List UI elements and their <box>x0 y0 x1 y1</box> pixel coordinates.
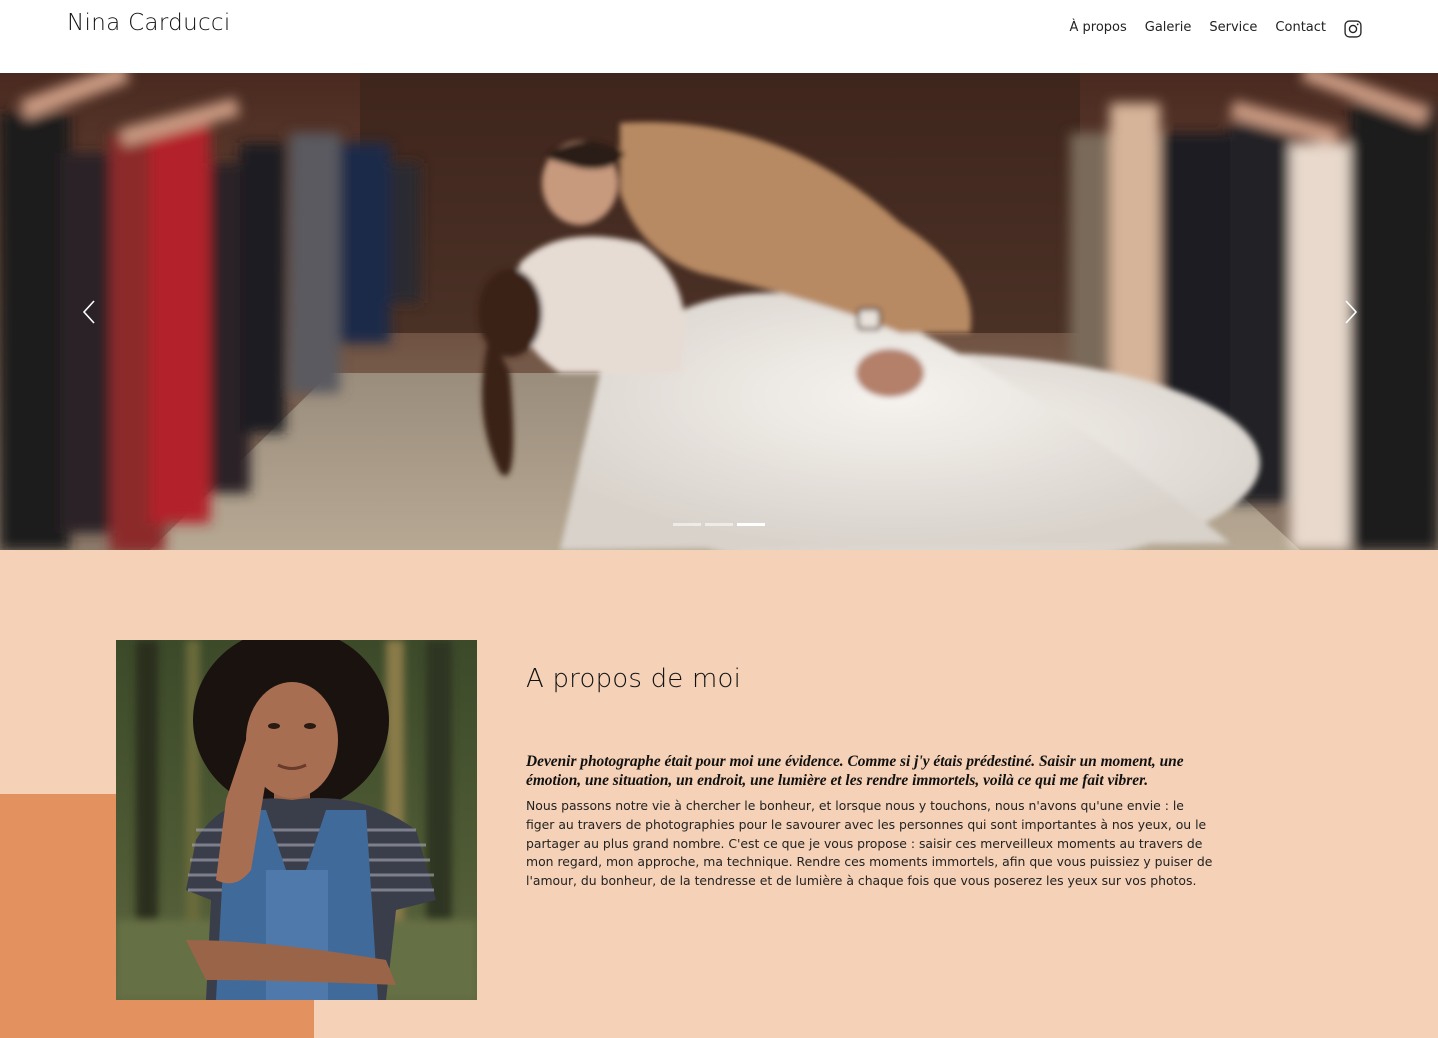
chevron-right-icon[interactable] <box>1340 299 1360 325</box>
about-body-text: Nous passons notre vie à chercher le bon… <box>526 798 1213 889</box>
carousel-indicator-2[interactable] <box>705 523 733 526</box>
wedding-photo <box>0 73 1438 550</box>
nav-item-service[interactable]: Service <box>1209 18 1257 38</box>
main-nav: À propos Galerie Service Contact <box>1051 17 1363 39</box>
carousel-indicator-1[interactable] <box>673 523 701 526</box>
nav-item-a-propos[interactable]: À propos <box>1069 18 1126 38</box>
site-header: Nina Carducci À propos Galerie Service C… <box>0 0 1438 73</box>
about-title: A propos de moi <box>526 664 742 694</box>
brand-logo[interactable]: Nina Carducci <box>67 10 231 36</box>
about-section: A propos de moi Devenir photographe étai… <box>0 550 1438 1038</box>
nav-item-contact[interactable]: Contact <box>1275 18 1326 38</box>
portrait-photo <box>116 640 477 1000</box>
carousel-indicator-3[interactable] <box>737 523 765 526</box>
hero-carousel <box>0 73 1438 550</box>
carousel-indicators <box>673 523 769 526</box>
instagram-icon[interactable] <box>1343 19 1363 39</box>
chevron-left-icon[interactable] <box>80 299 100 325</box>
about-lead-text: Devenir photographe était pour moi une é… <box>526 753 1184 789</box>
nav-item-galerie[interactable]: Galerie <box>1145 18 1192 38</box>
